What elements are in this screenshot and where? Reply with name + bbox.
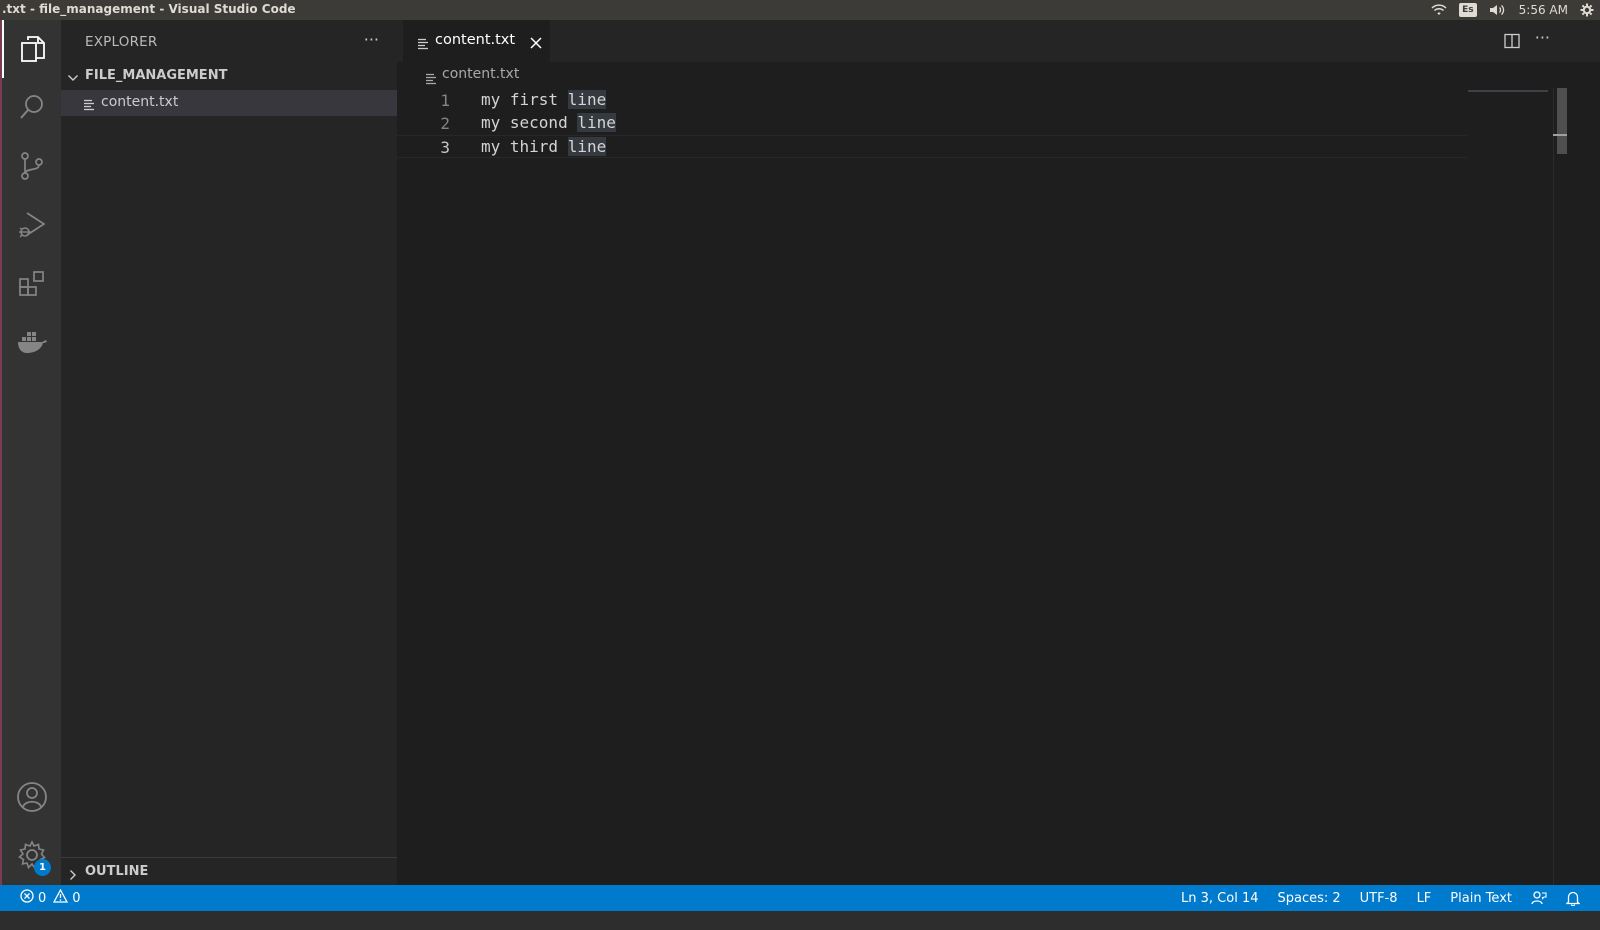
wifi-icon[interactable] bbox=[1431, 4, 1447, 16]
editor-area: content.txt ··· content.txt 1 my first l… bbox=[397, 20, 1600, 885]
os-top-bar: .txt - file_management - Visual Studio C… bbox=[0, 0, 1600, 20]
line-text: my first line bbox=[481, 90, 607, 109]
cursor-position[interactable]: Ln 3, Col 14 bbox=[1181, 891, 1258, 906]
status-bar: 0 0 Ln 3, Col 14 Spaces: 2 UTF-8 LF Plai… bbox=[0, 885, 1600, 911]
line-text: my third line bbox=[481, 137, 607, 156]
line-text-prefix: my third bbox=[481, 137, 568, 156]
docker-icon bbox=[16, 330, 48, 356]
sidebar-more-actions-button[interactable]: ··· bbox=[364, 30, 379, 49]
highlighted-word: line bbox=[567, 137, 607, 156]
file-encoding[interactable]: UTF-8 bbox=[1360, 891, 1398, 906]
warning-icon bbox=[53, 888, 69, 907]
source-control-icon bbox=[19, 151, 45, 181]
search-icon bbox=[18, 93, 46, 121]
line-text-prefix: my first bbox=[481, 90, 568, 109]
editor-tab-bar: content.txt ··· bbox=[397, 20, 1600, 62]
line-number: 1 bbox=[440, 91, 450, 110]
language-mode[interactable]: Plain Text bbox=[1450, 891, 1512, 906]
editor-more-actions-button[interactable]: ··· bbox=[1535, 28, 1550, 47]
activity-bar: 1 bbox=[0, 20, 61, 905]
code-line[interactable]: 2 my second line bbox=[397, 112, 1467, 135]
line-number: 2 bbox=[440, 114, 450, 133]
text-file-icon bbox=[83, 96, 95, 115]
activity-run-debug[interactable] bbox=[2, 196, 61, 254]
sidebar-header: EXPLORER ··· bbox=[61, 20, 397, 62]
text-file-icon bbox=[425, 70, 437, 89]
run-debug-icon bbox=[17, 210, 47, 240]
chevron-right-icon bbox=[67, 866, 79, 885]
code-line[interactable]: 1 my first line bbox=[397, 89, 1467, 112]
code-editor[interactable]: 1 my first line 2 my second line 3 my th… bbox=[397, 89, 1467, 869]
chevron-down-icon bbox=[67, 69, 79, 88]
explorer-icon bbox=[19, 34, 47, 64]
feedback-icon[interactable] bbox=[1531, 890, 1547, 906]
minimap-content bbox=[1468, 90, 1548, 92]
code-line-current[interactable]: 3 my third line bbox=[397, 135, 1467, 158]
sidebar-title: EXPLORER bbox=[85, 34, 158, 50]
end-of-line-sequence[interactable]: LF bbox=[1417, 891, 1432, 906]
minimap[interactable] bbox=[1467, 88, 1552, 96]
folder-name: FILE_MANAGEMENT bbox=[85, 68, 228, 83]
vertical-scrollbar[interactable] bbox=[1553, 88, 1567, 885]
activity-source-control[interactable] bbox=[2, 137, 61, 195]
outline-section[interactable]: OUTLINE bbox=[61, 857, 397, 885]
tab-content-txt[interactable]: content.txt bbox=[403, 20, 550, 62]
text-file-icon bbox=[417, 35, 429, 54]
keyboard-layout-indicator[interactable]: Es bbox=[1459, 3, 1477, 17]
notifications-bell-icon[interactable] bbox=[1566, 890, 1580, 906]
status-bar-right: Ln 3, Col 14 Spaces: 2 UTF-8 LF Plain Te… bbox=[1181, 885, 1580, 911]
activity-search[interactable] bbox=[2, 78, 61, 136]
system-tray: Es 5:56 AM bbox=[1431, 0, 1594, 20]
explorer-file-content-txt[interactable]: content.txt bbox=[61, 90, 397, 116]
activity-extensions[interactable] bbox=[2, 255, 61, 313]
activity-explorer[interactable] bbox=[2, 20, 61, 78]
error-count: 0 bbox=[38, 890, 47, 906]
activity-manage[interactable]: 1 bbox=[2, 826, 61, 884]
folder-file-management[interactable]: FILE_MANAGEMENT bbox=[61, 64, 397, 88]
window-title: .txt - file_management - Visual Studio C… bbox=[2, 2, 296, 16]
file-name: content.txt bbox=[101, 94, 179, 110]
breadcrumb[interactable]: content.txt bbox=[397, 62, 1600, 88]
problems-indicator[interactable]: 0 0 bbox=[20, 885, 81, 911]
extensions-icon bbox=[17, 269, 47, 299]
warning-count: 0 bbox=[72, 890, 81, 906]
error-icon bbox=[20, 889, 34, 907]
os-bottom-strip bbox=[0, 911, 1600, 930]
breadcrumb-file-label: content.txt bbox=[442, 66, 520, 82]
system-menu-gear-icon[interactable] bbox=[1580, 3, 1594, 17]
split-editor-icon[interactable] bbox=[1504, 33, 1520, 53]
settings-badge: 1 bbox=[34, 859, 51, 876]
activity-docker[interactable] bbox=[2, 314, 61, 372]
highlighted-word: line bbox=[567, 90, 607, 109]
scrollbar-thumb[interactable] bbox=[1557, 88, 1567, 154]
tab-label: content.txt bbox=[435, 32, 516, 48]
cursor-position-marker bbox=[1553, 134, 1567, 136]
line-number: 3 bbox=[440, 138, 450, 157]
indentation-setting[interactable]: Spaces: 2 bbox=[1277, 891, 1340, 906]
line-text-prefix: my second bbox=[481, 113, 578, 132]
volume-icon[interactable] bbox=[1489, 4, 1507, 16]
highlighted-word: line bbox=[577, 113, 616, 132]
close-icon[interactable] bbox=[530, 34, 542, 53]
explorer-sidebar: EXPLORER ··· FILE_MANAGEMENT content.txt… bbox=[61, 20, 397, 885]
outline-label: OUTLINE bbox=[85, 864, 149, 879]
clock[interactable]: 5:56 AM bbox=[1519, 3, 1568, 17]
activity-accounts[interactable] bbox=[2, 768, 61, 826]
accounts-icon bbox=[16, 781, 48, 813]
line-text: my second line bbox=[481, 113, 616, 132]
